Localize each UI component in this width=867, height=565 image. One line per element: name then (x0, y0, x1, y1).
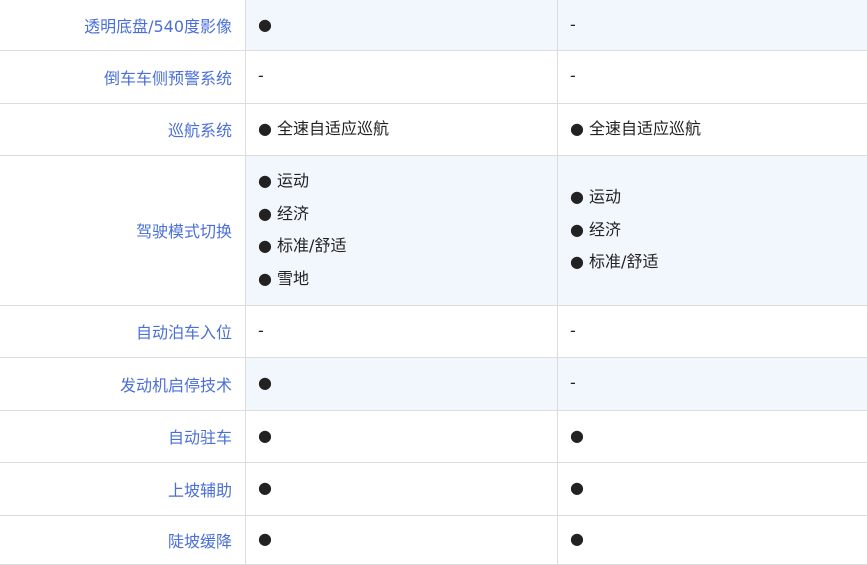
table-row: 倒车车侧预警系统-- (0, 50, 867, 103)
value-item: - (570, 315, 867, 348)
value-item: ● 全速自适应巡航 (570, 113, 867, 146)
value-cell-1: - (246, 305, 558, 357)
value-item: - (570, 367, 867, 400)
value-cell-2: ● (558, 462, 867, 515)
table-row: 陡坡缓降 ● ● (0, 515, 867, 564)
row-label: 驾驶模式切换 (0, 155, 246, 305)
value-item: ● (570, 420, 867, 453)
value-cell-1: ● 运动● 经济● 标准/舒适● 雪地 (246, 155, 558, 305)
value-cell-2: - (558, 357, 867, 410)
value-cell-2: ● 运动● 经济● 标准/舒适 (558, 155, 867, 305)
value-item: ● 经济 (258, 198, 557, 231)
value-item: ● (570, 472, 867, 505)
value-item: ● 运动 (570, 181, 867, 214)
value-item: ● 雪地 (258, 263, 557, 296)
value-item: ● (258, 9, 557, 42)
value-item: ● 经济 (570, 214, 867, 247)
table-row: 发动机启停技术 ●- (0, 357, 867, 410)
value-item: - (258, 315, 557, 348)
value-cell-2: ● (558, 410, 867, 462)
value-cell-1: ● 全速自适应巡航 (246, 103, 558, 155)
row-label: 陡坡缓降 (0, 515, 246, 564)
value-cell-1: ● (246, 357, 558, 410)
value-item: - (570, 60, 867, 93)
value-item: ● 全速自适应巡航 (258, 113, 557, 146)
table-row: 自动驻车 ● ● (0, 410, 867, 462)
row-label: 自动驻车 (0, 410, 246, 462)
value-item: ● 标准/舒适 (258, 230, 557, 263)
value-item: ● 标准/舒适 (570, 246, 867, 279)
row-label: 倒车车侧预警系统 (0, 50, 246, 103)
value-item: - (258, 60, 557, 93)
table-row: 上坡辅助 ● ● (0, 462, 867, 515)
value-item: ● (258, 523, 557, 556)
row-label: 巡航系统 (0, 103, 246, 155)
config-comparison-table: 透明底盘/540度影像●-倒车车侧预警系统--巡航系统● 全速自适应巡航● 全速… (0, 0, 867, 565)
value-cell-2: - (558, 0, 867, 50)
value-item: ● 运动 (258, 165, 557, 198)
value-item: ● (258, 420, 557, 453)
value-cell-1: ● (246, 410, 558, 462)
value-cell-1: ● (246, 462, 558, 515)
value-cell-2: - (558, 305, 867, 357)
value-item: ● (258, 472, 557, 505)
table-row: 自动泊车入位-- (0, 305, 867, 357)
row-label: 透明底盘/540度影像 (0, 0, 246, 50)
table-row: 透明底盘/540度影像 ●- (0, 0, 867, 50)
row-label: 自动泊车入位 (0, 305, 246, 357)
row-label: 上坡辅助 (0, 462, 246, 515)
table-row: 巡航系统 ● 全速自适应巡航 ● 全速自适应巡航 (0, 103, 867, 155)
value-cell-2: - (558, 50, 867, 103)
table-body: 透明底盘/540度影像●-倒车车侧预警系统--巡航系统● 全速自适应巡航● 全速… (0, 0, 867, 564)
value-item: ● (258, 367, 557, 400)
value-cell-1: ● (246, 515, 558, 564)
value-item: - (570, 9, 867, 42)
value-cell-2: ● (558, 515, 867, 564)
value-cell-2: ● 全速自适应巡航 (558, 103, 867, 155)
value-cell-1: - (246, 50, 558, 103)
value-item: ● (570, 523, 867, 556)
value-cell-1: ● (246, 0, 558, 50)
table-row: 驾驶模式切换● 运动● 经济● 标准/舒适● 雪地● 运动● 经济● 标准/舒适 (0, 155, 867, 305)
row-label: 发动机启停技术 (0, 357, 246, 410)
